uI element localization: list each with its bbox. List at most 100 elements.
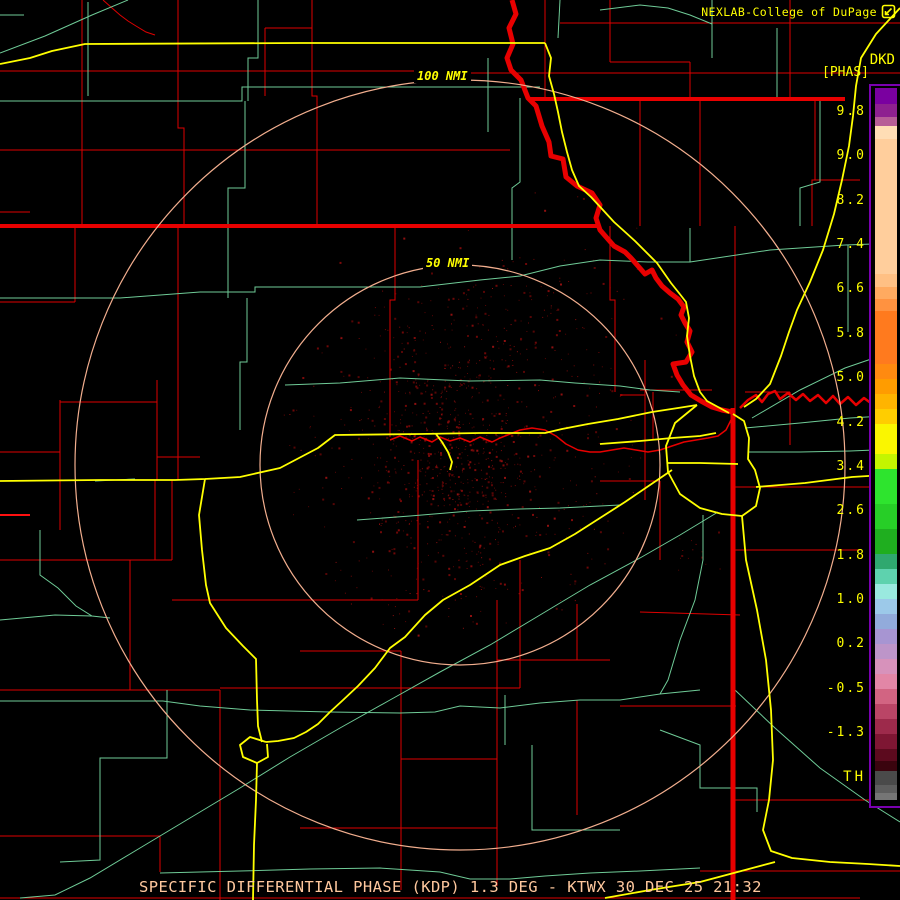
radar-echo-pixel — [547, 551, 550, 554]
radar-echo-pixel — [701, 551, 703, 553]
map-line — [609, 226, 616, 392]
radar-echo-pixel — [503, 340, 506, 342]
radar-echo-pixel — [478, 377, 480, 379]
radar-echo-pixel — [500, 467, 502, 469]
radar-echo-pixel — [484, 356, 485, 358]
radar-echo-pixel — [380, 457, 382, 459]
radar-echo-pixel — [482, 418, 485, 421]
radar-echo-pixel — [718, 531, 720, 534]
radar-echo-pixel — [535, 535, 537, 536]
radar-basemap — [0, 0, 900, 900]
radar-echo-pixel — [408, 610, 411, 613]
radar-echo-pixel — [321, 352, 323, 354]
radar-echo-pixel — [550, 410, 553, 413]
radar-echo-pixel — [358, 560, 360, 562]
radar-echo-pixel — [340, 370, 343, 373]
color-scale-tick: 7.4 — [836, 237, 866, 253]
radar-echo-pixel — [432, 494, 435, 497]
radar-echo-pixel — [394, 456, 396, 459]
radar-echo-pixel — [340, 336, 342, 338]
radar-echo-pixel — [469, 378, 471, 380]
radar-echo-pixel — [461, 537, 463, 539]
radar-echo-pixel — [509, 355, 511, 356]
radar-echo-pixel — [507, 385, 509, 386]
radar-echo-pixel — [420, 392, 423, 395]
radar-echo-pixel — [481, 478, 483, 480]
radar-echo-pixel — [451, 329, 453, 331]
color-scale-segment — [875, 409, 897, 424]
radar-echo-pixel — [461, 463, 463, 465]
radar-echo-pixel — [507, 365, 510, 368]
radar-echo-pixel — [430, 300, 432, 302]
radar-echo-pixel — [485, 441, 488, 444]
radar-echo-pixel — [532, 513, 534, 516]
radar-echo-pixel — [334, 580, 336, 582]
radar-echo-pixel — [553, 459, 555, 461]
radar-display: NEXLAB-College of DuPage DKD [PHAS] TH 1… — [0, 0, 900, 900]
radar-echo-pixel — [448, 574, 451, 577]
radar-echo-pixel — [547, 315, 548, 317]
radar-echo-pixel — [422, 413, 424, 414]
radar-echo-pixel — [594, 476, 596, 478]
radar-echo-pixel — [470, 565, 473, 568]
radar-echo-pixel — [450, 367, 452, 369]
radar-echo-pixel — [482, 401, 484, 403]
radar-echo-pixel — [350, 407, 352, 408]
radar-echo-pixel — [458, 434, 461, 437]
radar-echo-pixel — [598, 442, 600, 444]
radar-echo-pixel — [448, 567, 451, 570]
radar-echo-pixel — [536, 531, 538, 533]
color-scale-segment — [875, 599, 897, 614]
radar-echo-pixel — [410, 441, 413, 444]
radar-echo-pixel — [394, 411, 395, 413]
radar-echo-pixel — [492, 288, 493, 289]
map-line — [811, 98, 816, 226]
radar-echo-pixel — [422, 339, 424, 341]
radar-echo-pixel — [399, 366, 401, 368]
radar-echo-pixel — [599, 392, 600, 394]
radar-echo-pixel — [611, 318, 613, 320]
radar-echo-pixel — [542, 371, 544, 373]
radar-echo-pixel — [506, 524, 508, 526]
radar-echo-pixel — [444, 368, 446, 369]
range-ring-100nmi — [74, 79, 846, 851]
radar-echo-pixel — [472, 621, 474, 623]
radar-echo-pixel — [475, 622, 478, 625]
radar-echo-pixel — [510, 485, 512, 487]
radar-echo-pixel — [584, 249, 586, 251]
radar-echo-pixel — [582, 197, 585, 200]
radar-echo-pixel — [526, 285, 527, 287]
radar-echo-pixel — [495, 539, 496, 541]
radar-echo-pixel — [495, 588, 497, 589]
radar-echo-pixel — [458, 453, 461, 456]
radar-echo-pixel — [394, 628, 396, 629]
radar-echo-pixel — [410, 542, 412, 544]
radar-echo-pixel — [453, 476, 455, 478]
map-line — [531, 745, 620, 831]
radar-echo-pixel — [439, 521, 442, 524]
radar-echo-pixel — [441, 392, 443, 393]
radar-echo-pixel — [419, 330, 421, 332]
radar-echo-pixel — [492, 467, 495, 470]
radar-echo-pixel — [458, 367, 459, 368]
radar-echo-pixel — [596, 493, 598, 495]
radar-echo-pixel — [465, 412, 466, 414]
radar-echo-pixel — [516, 371, 518, 373]
radar-echo-pixel — [555, 607, 558, 610]
radar-echo-pixel — [537, 436, 539, 438]
radar-echo-pixel — [526, 359, 528, 361]
radar-echo-pixel — [424, 475, 426, 477]
radar-echo-pixel — [514, 319, 517, 322]
radar-echo-pixel — [498, 527, 500, 528]
radar-echo-pixel — [515, 452, 518, 455]
radar-echo-pixel — [611, 390, 614, 393]
radar-echo-pixel — [384, 465, 387, 468]
radar-echo-pixel — [461, 469, 463, 471]
radar-echo-pixel — [476, 362, 477, 364]
radar-echo-pixel — [453, 319, 455, 321]
radar-echo-pixel — [544, 209, 547, 212]
radar-echo-pixel — [453, 490, 455, 492]
radar-echo-pixel — [440, 397, 442, 399]
radar-echo-pixel — [512, 441, 515, 443]
radar-echo-pixel — [511, 514, 513, 516]
